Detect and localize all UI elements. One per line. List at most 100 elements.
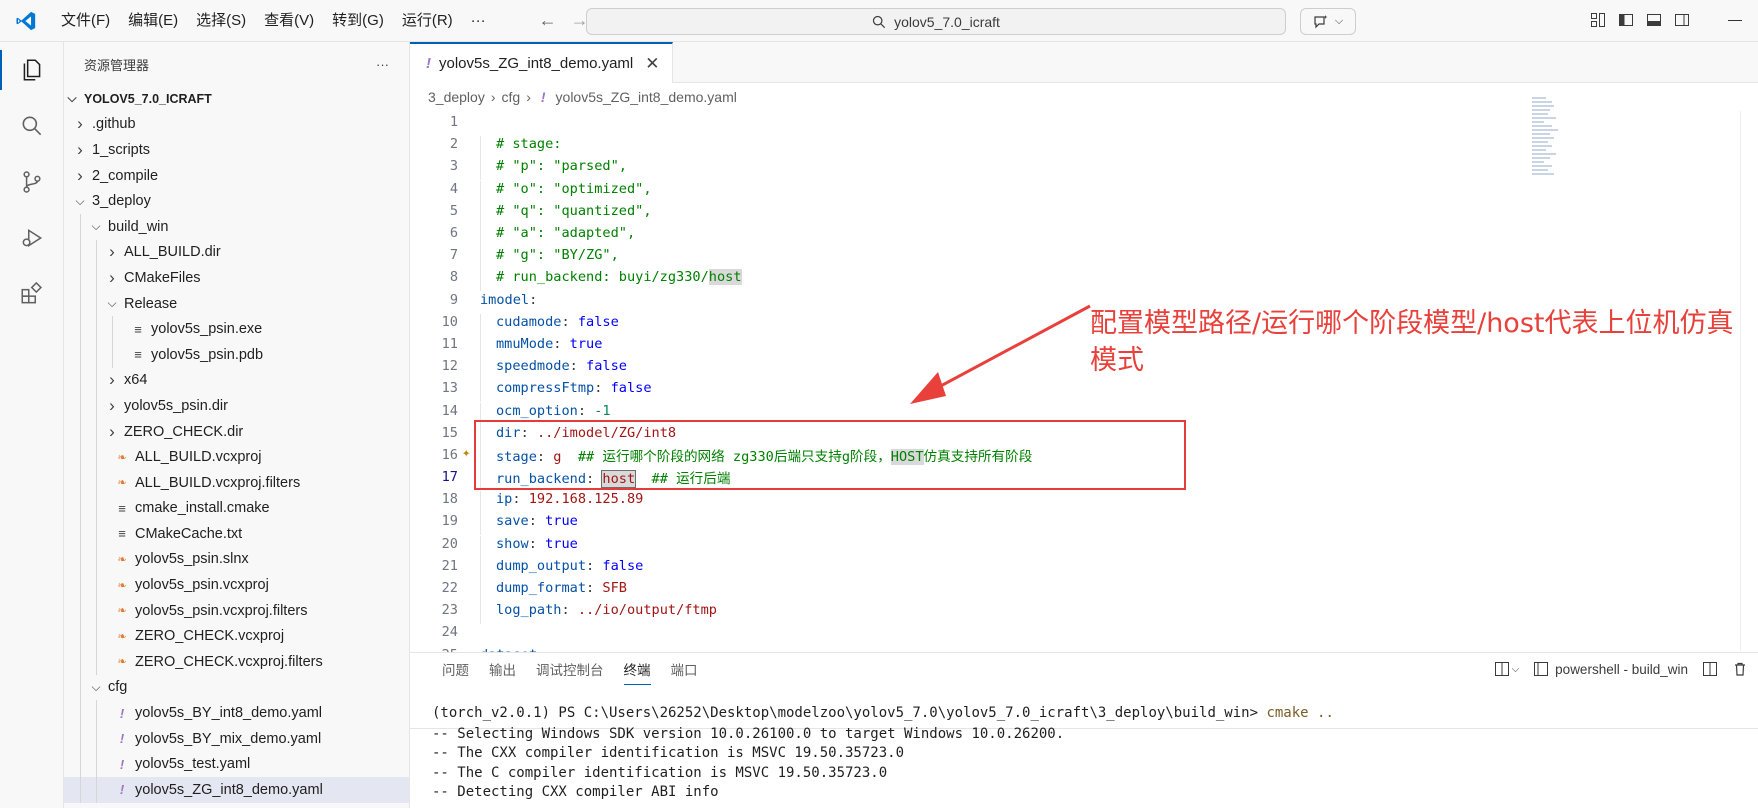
code-token: 192.168.125.89: [528, 491, 644, 508]
more-actions-button[interactable]: ···: [376, 57, 389, 72]
tree-item[interactable]: › 2_compile: [64, 163, 409, 189]
sparkle-icon[interactable]: ✦: [462, 445, 470, 461]
code-line[interactable]: 2 # stage:: [410, 133, 1710, 159]
line-number: 4: [449, 180, 458, 197]
explorer-icon[interactable]: [0, 42, 64, 98]
menu-item[interactable]: ···: [462, 0, 495, 42]
toggle-primary-sidebar-icon[interactable]: [1618, 12, 1634, 28]
panel-tab[interactable]: 问题: [432, 653, 479, 689]
tree-item[interactable]: ❧ yolov5s_psin.slnx: [64, 546, 409, 573]
code-line[interactable]: 21 dump_output: false: [410, 555, 1710, 580]
trash-icon[interactable]: [1732, 661, 1748, 677]
run-debug-icon[interactable]: [0, 210, 64, 266]
panel-tab[interactable]: 调试控制台: [526, 653, 614, 689]
split-terminal-icon[interactable]: [1702, 661, 1718, 677]
line-number: 24: [441, 624, 458, 641]
tree-item[interactable]: ≡ CMakeCache.txt: [64, 521, 409, 547]
tree-item[interactable]: ❧ ZERO_CHECK.vcxproj.filters: [64, 649, 409, 675]
tree-item-label: x64: [124, 372, 148, 389]
search-view-icon[interactable]: [0, 98, 64, 154]
tab-yolov5s-zg-int8-demo[interactable]: ! yolov5s_ZG_int8_demo.yaml ✕: [410, 42, 673, 83]
tree-item[interactable]: › x64: [64, 367, 409, 394]
tree-item[interactable]: ❧ ALL_BUILD.vcxproj: [64, 444, 409, 470]
tree-item[interactable]: ⌵ Release: [64, 290, 409, 317]
extensions-icon[interactable]: [0, 266, 64, 322]
tree-item[interactable]: ≡ yolov5s_psin.pdb: [64, 341, 409, 368]
menu-item[interactable]: 查看(V): [255, 0, 323, 42]
code-line[interactable]: 25dataset:: [410, 644, 1710, 652]
tree-item[interactable]: ! yolov5s_ZG_int8_demo.yaml: [64, 777, 409, 803]
code-line[interactable]: 24: [410, 621, 1710, 643]
terminal-instance[interactable]: powershell - build_win: [1533, 661, 1688, 677]
panel-tab[interactable]: 输出: [479, 653, 526, 689]
customize-layout-icon[interactable]: [1590, 12, 1606, 28]
tree-item[interactable]: › 1_scripts: [64, 137, 409, 163]
indent-guide: [96, 239, 97, 266]
code-token: -1: [594, 402, 611, 419]
code-line[interactable]: 4 # "o": "optimized",: [410, 178, 1710, 203]
close-icon[interactable]: ✕: [645, 54, 659, 74]
back-arrow-icon[interactable]: ←: [539, 10, 557, 31]
minimap[interactable]: [1532, 97, 1562, 187]
line-text: # "a": "adapted",: [458, 225, 635, 248]
breadcrumb-item[interactable]: yolov5s_ZG_int8_demo.yaml: [556, 89, 737, 105]
terminal-output[interactable]: (torch_v2.0.1) PS C:\Users\26252\Desktop…: [432, 705, 1334, 804]
command-center-search[interactable]: yolov5_7.0_icraft: [586, 8, 1286, 35]
source-control-icon[interactable]: [0, 154, 64, 210]
activity-bar: [0, 42, 64, 808]
tree-item[interactable]: › ALL_BUILD.dir: [64, 239, 409, 266]
tree-item[interactable]: › yolov5s_psin.dir: [64, 393, 409, 419]
menu-item[interactable]: 转到(G): [323, 0, 393, 42]
line-number: 1: [449, 114, 458, 131]
breadcrumb-item[interactable]: cfg: [502, 89, 521, 105]
tree-item-label: ALL_BUILD.dir: [124, 244, 221, 261]
code-line[interactable]: 7 # "g": "BY/ZG",: [410, 244, 1710, 270]
tree-item[interactable]: ❧ ZERO_CHECK.vcxproj: [64, 623, 409, 650]
menu-item[interactable]: 文件(F): [52, 0, 119, 42]
code-line[interactable]: 23 log_path: ../io/output/ftmp: [410, 599, 1710, 625]
menu-item[interactable]: 选择(S): [187, 0, 255, 42]
code-line[interactable]: 18 ip: 192.168.125.89: [410, 488, 1710, 514]
code-line[interactable]: 3 # "p": "parsed",: [410, 155, 1710, 181]
menu-item[interactable]: 编辑(E): [119, 0, 187, 42]
annotation-highlight-box: [474, 420, 1186, 490]
split-layout-icon[interactable]: ⌵: [1494, 661, 1519, 677]
menu-item[interactable]: 运行(R): [393, 0, 462, 42]
tree-item[interactable]: ! yolov5s_BY_mix_demo.yaml: [64, 725, 409, 752]
tree-item[interactable]: › ZERO_CHECK.dir: [64, 418, 409, 445]
indent-guide: [80, 290, 81, 317]
code-line[interactable]: 6 # "a": "adapted",: [410, 222, 1710, 248]
panel-tab[interactable]: 端口: [661, 653, 708, 689]
tree-item-label: .github: [92, 116, 136, 133]
panel-tab[interactable]: 终端: [614, 653, 661, 689]
tree-item[interactable]: ⌵ cfg: [64, 674, 409, 701]
code-line[interactable]: 19 save: true: [410, 510, 1710, 536]
code-line[interactable]: 1: [410, 111, 1710, 133]
toggle-secondary-sidebar-icon[interactable]: [1674, 12, 1690, 28]
tree-item[interactable]: ! yolov5s_test.yaml: [64, 751, 409, 778]
tree-item[interactable]: ⌵ 3_deploy: [64, 188, 409, 214]
tree-item[interactable]: ❧ yolov5s_psin.vcxproj.filters: [64, 597, 409, 624]
tree-item[interactable]: ⌵ build_win: [64, 213, 409, 240]
indent-guide: [112, 341, 113, 368]
tree-item[interactable]: ! yolov5s_BY_int8_demo.yaml: [64, 700, 409, 726]
tree-item[interactable]: ≡ cmake_install.cmake: [64, 495, 409, 522]
code-line[interactable]: 5 # "q": "quantized",: [410, 200, 1710, 225]
minimize-window-icon[interactable]: [1728, 20, 1742, 21]
code-line[interactable]: 8 # run_backend: buyi/zg330/host: [410, 266, 1710, 292]
tree-item[interactable]: › .github: [64, 112, 409, 138]
tree-item[interactable]: ❧ ALL_BUILD.vcxproj.filters: [64, 469, 409, 496]
editor-tabs: ! yolov5s_ZG_int8_demo.yaml ✕: [410, 42, 1758, 83]
code-line[interactable]: 20 show: true: [410, 533, 1710, 558]
tree-item[interactable]: › CMakeFiles: [64, 265, 409, 291]
code-line[interactable]: 22 dump_format: SFB: [410, 577, 1710, 603]
toggle-panel-icon[interactable]: [1646, 12, 1662, 28]
breadcrumb-item[interactable]: 3_deploy: [428, 89, 485, 105]
tree-item[interactable]: ≡ yolov5s_psin.exe: [64, 316, 409, 342]
chevron-down-icon: ⌵: [67, 91, 77, 106]
tree-item[interactable]: ❧ yolov5s_psin.vcxproj: [64, 572, 409, 598]
copilot-chat-button[interactable]: ⌵: [1300, 8, 1356, 35]
bottom-panel: 问题 输出 调试控制台 终端 端口 ⌵ powershell - build_win (…: [410, 652, 1758, 808]
code-token: true: [545, 535, 578, 552]
workspace-root[interactable]: ⌵ YOLOV5_7.0_ICRAFT: [64, 86, 409, 112]
